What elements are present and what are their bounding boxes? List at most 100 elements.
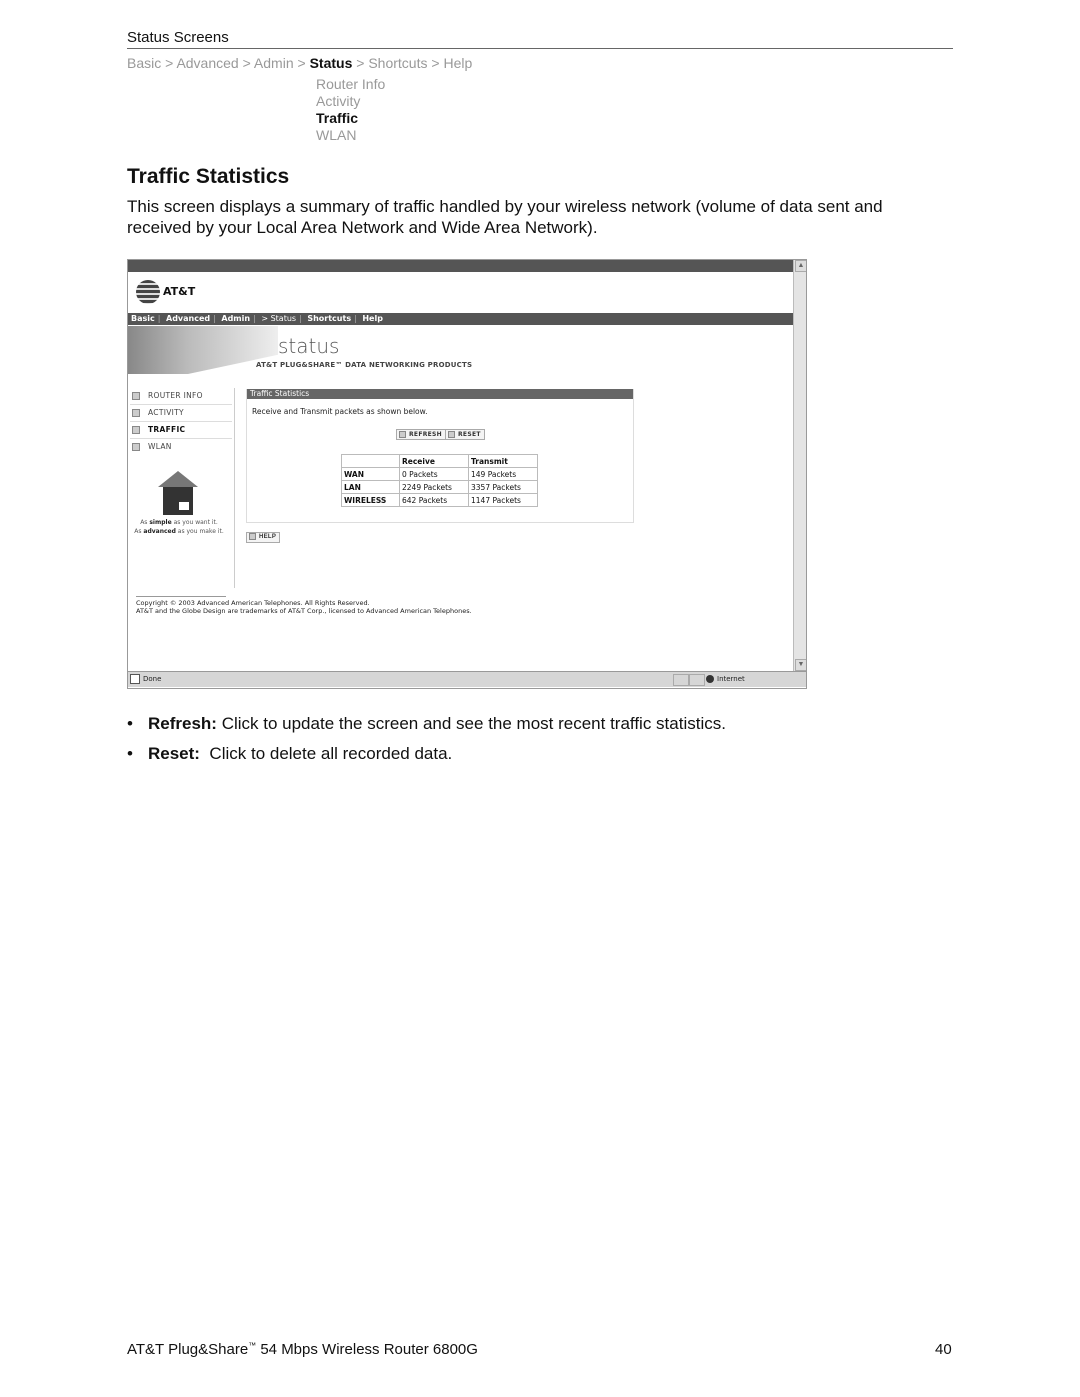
- bullet-reset: • Reset: Click to delete all recorded dat…: [127, 744, 453, 763]
- table-header-row: Receive Transmit: [341, 454, 538, 468]
- arrow-icon: [132, 409, 140, 417]
- breadcrumb: Basic > Advanced > Admin > Status > Shor…: [127, 55, 472, 71]
- router-screenshot: ▲ ▼ AT&T Basic | Advanced | Admin | > Statu…: [127, 259, 807, 689]
- crumb-shortcuts[interactable]: Shortcuts: [368, 55, 427, 71]
- nav-shortcuts[interactable]: Shortcuts: [304, 314, 354, 323]
- receive-cell: 0 Packets: [399, 467, 469, 481]
- page-number: 40: [935, 1341, 952, 1358]
- crumb-separator: >: [165, 55, 174, 71]
- sidebar-item-label: ROUTER INFO: [148, 391, 203, 400]
- globe-icon: [136, 280, 160, 304]
- reset-button[interactable]: RESET: [445, 429, 485, 440]
- submenu-activity[interactable]: Activity: [316, 93, 385, 110]
- status-text: Done: [143, 675, 162, 683]
- header-rule: [127, 48, 953, 49]
- status-banner: status AT&T PLUG&SHARE™ DATA NETWORKING …: [128, 326, 793, 376]
- table-row: WIRELESS 642 Packets 1147 Packets: [341, 493, 538, 507]
- vertical-scrollbar[interactable]: ▲ ▼: [793, 260, 806, 671]
- table-row: LAN 2249 Packets 3357 Packets: [341, 480, 538, 494]
- bullet-list: • Refresh: Click to update the screen and…: [127, 709, 726, 769]
- tagline: As simple as you want it. As advanced as…: [134, 519, 224, 535]
- crumb-admin[interactable]: Admin: [254, 55, 294, 71]
- trademark-line: AT&T and the Globe Design are trademarks…: [136, 607, 472, 615]
- banner-title: status: [278, 334, 340, 358]
- nav-basic[interactable]: Basic: [128, 314, 158, 323]
- nav-separator: |: [354, 314, 357, 323]
- transmit-cell: 1147 Packets: [468, 493, 538, 507]
- submenu-traffic[interactable]: Traffic: [316, 110, 385, 127]
- att-logo: AT&T: [136, 280, 196, 306]
- nav-status[interactable]: > Status: [258, 314, 299, 323]
- sidebar-item-label: ACTIVITY: [148, 408, 184, 417]
- table-row: WAN 0 Packets 149 Packets: [341, 467, 538, 481]
- logo-text: AT&T: [163, 285, 196, 298]
- scroll-up-icon[interactable]: ▲: [795, 260, 806, 272]
- arrow-icon: [132, 392, 140, 400]
- arrow-icon: [249, 533, 256, 540]
- transmit-cell: 3357 Packets: [468, 480, 538, 494]
- traffic-table: Receive Transmit WAN 0 Packets 149 Packe…: [341, 454, 538, 507]
- intro-paragraph: This screen displays a summary of traffi…: [127, 197, 883, 237]
- nav-separator: |: [299, 314, 302, 323]
- house-icon: [158, 471, 198, 517]
- nav-admin[interactable]: Admin: [218, 314, 253, 323]
- copyright-line: Copyright © 2003 Advanced American Telep…: [136, 599, 370, 607]
- row-label: WIRELESS: [341, 493, 400, 507]
- transmit-cell: 149 Packets: [468, 467, 538, 481]
- receive-cell: 2249 Packets: [399, 480, 469, 494]
- receive-cell: 642 Packets: [399, 493, 469, 507]
- router-sidebar: ROUTER INFO ACTIVITY TRAFFIC WLAN As sim…: [128, 388, 235, 588]
- footer-rule: [136, 596, 226, 597]
- page-icon: [130, 674, 140, 684]
- browser-status-bar: Done Internet: [128, 671, 806, 687]
- crumb-separator: >: [356, 55, 365, 71]
- status-cell: [673, 674, 689, 686]
- sidebar-item-label: WLAN: [148, 442, 172, 451]
- header-cell: [341, 454, 400, 468]
- crumb-advanced[interactable]: Advanced: [176, 55, 238, 71]
- nav-separator: |: [253, 314, 256, 323]
- sidebar-item-activity[interactable]: ACTIVITY: [130, 405, 232, 422]
- internet-zone-icon: [706, 675, 714, 683]
- copyright: Copyright © 2003 Advanced American Telep…: [136, 599, 472, 615]
- router-nav-bar: Basic | Advanced | Admin | > Status | Shortc…: [128, 313, 793, 325]
- sidebar-item-label: TRAFFIC: [148, 425, 186, 434]
- header-transmit: Transmit: [468, 454, 538, 468]
- zone-text: Internet: [717, 675, 745, 683]
- crumb-basic[interactable]: Basic: [127, 55, 161, 71]
- arrow-icon: [399, 431, 406, 438]
- panel-description: Receive and Transmit packets as shown be…: [252, 407, 428, 416]
- browser-top-bar: [128, 260, 793, 272]
- crumb-separator: >: [242, 55, 251, 71]
- help-button[interactable]: HELP: [246, 532, 281, 543]
- nav-separator: |: [213, 314, 216, 323]
- status-cell: [689, 674, 705, 686]
- refresh-button[interactable]: REFRESH: [396, 429, 446, 440]
- arrow-icon: [132, 426, 140, 434]
- crumb-help[interactable]: Help: [443, 55, 472, 71]
- traffic-panel: Traffic Statistics Receive and Transmit …: [246, 389, 634, 523]
- submenu-wlan[interactable]: WLAN: [316, 127, 385, 144]
- page-title: Traffic Statistics: [127, 165, 290, 188]
- sidebar-item-wlan[interactable]: WLAN: [130, 439, 232, 455]
- banner-subtitle: AT&T PLUG&SHARE™ DATA NETWORKING PRODUCT…: [256, 361, 473, 369]
- crumb-separator: >: [297, 55, 306, 71]
- crumb-separator: >: [431, 55, 440, 71]
- nav-separator: |: [157, 314, 161, 323]
- bullet-refresh: • Refresh: Click to update the screen and…: [127, 714, 726, 733]
- arrow-icon: [448, 431, 455, 438]
- sidebar-item-traffic[interactable]: TRAFFIC: [130, 422, 232, 439]
- page-footer: AT&T Plug&Share™ 54 Mbps Wireless Router…: [127, 1341, 478, 1358]
- scroll-down-icon[interactable]: ▼: [795, 659, 806, 671]
- header-receive: Receive: [399, 454, 469, 468]
- arrow-icon: [132, 443, 140, 451]
- submenu: Router Info Activity Traffic WLAN: [316, 76, 385, 144]
- section-header: Status Screens: [127, 29, 229, 46]
- nav-advanced[interactable]: Advanced: [163, 314, 213, 323]
- sidebar-item-router-info[interactable]: ROUTER INFO: [130, 388, 232, 405]
- submenu-router-info[interactable]: Router Info: [316, 76, 385, 93]
- row-label: WAN: [341, 467, 400, 481]
- crumb-status[interactable]: Status: [310, 55, 353, 71]
- nav-help[interactable]: Help: [359, 314, 386, 323]
- panel-heading: Traffic Statistics: [247, 389, 633, 399]
